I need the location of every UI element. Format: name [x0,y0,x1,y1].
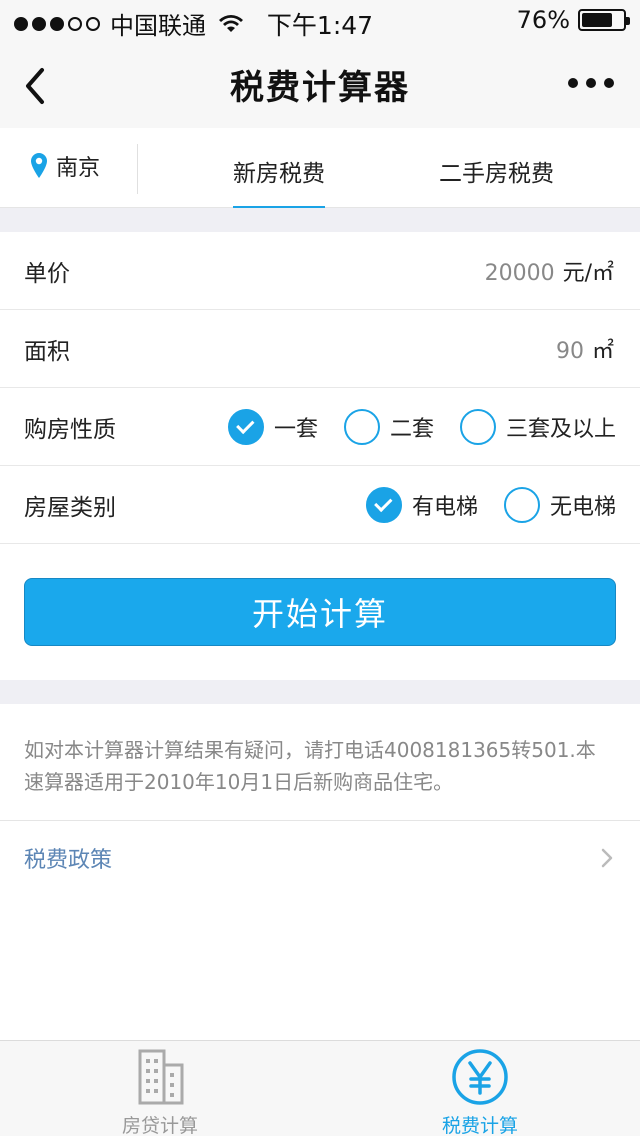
price-input[interactable]: 20000 [485,261,555,286]
purchase-type-options: 一套 二套 三套及以上 [202,408,616,445]
section-gap [0,680,640,704]
radio-unchecked-icon[interactable] [459,408,496,445]
nav-label: 房贷计算 [121,1115,198,1136]
area-value[interactable]: 90 ㎡ [556,333,614,365]
battery-percent: 76% [516,6,570,34]
more-horizontal-icon[interactable] [568,78,614,88]
radio-checked-icon[interactable] [365,486,402,523]
price-value[interactable]: 20000 元/㎡ [485,255,614,287]
radio-unchecked-icon[interactable] [343,408,380,445]
purchase-type-label: 购房性质 [24,416,116,443]
area-input[interactable]: 90 [556,339,584,364]
more-dot [568,78,578,88]
option-third-or-more[interactable]: 三套及以上 [459,408,616,445]
bottom-nav: 房贷计算 税费计算 [0,1040,640,1136]
notice-text: 如对本计算器计算结果有疑问，请打电话4008181365转501.本速算器适用于… [24,738,596,794]
yen-circle-icon [452,1049,508,1105]
chevron-right-icon[interactable] [600,848,614,868]
option-without-elevator[interactable]: 无电梯 [503,486,616,523]
area-unit: ㎡ [591,338,614,364]
page-title: 税费计算器 [230,67,410,108]
tab-second-hand-tax[interactable]: 二手房税费 [439,154,554,188]
status-right: 76% [516,6,630,34]
radio-unchecked-icon[interactable] [503,486,540,523]
purchase-type-row: 购房性质 一套 二套 三套及以上 [0,388,640,466]
nav-tax-calc[interactable]: 税费计算 [400,1047,560,1136]
house-category-options: 有电梯 无电梯 [340,486,616,523]
status-bar: 中国联通 下午1:47 76% [0,0,640,40]
battery-fill [582,13,613,27]
price-label: 单价 [24,260,70,287]
option-first-home[interactable]: 一套 [227,408,318,445]
tab-divider [137,144,138,194]
area-row[interactable]: 面积 90 ㎡ [0,310,640,388]
tab-new-house-tax[interactable]: 新房税费 [233,154,325,210]
option-label: 有电梯 [411,494,478,520]
option-label: 三套及以上 [505,416,616,442]
chevron-left-icon[interactable] [20,66,50,106]
option-label: 无电梯 [549,494,616,520]
price-row[interactable]: 单价 20000 元/㎡ [0,232,640,310]
option-second-home[interactable]: 二套 [343,408,434,445]
nav-label: 税费计算 [441,1115,518,1136]
section-gap [0,208,640,232]
area-label: 面积 [24,338,70,365]
tax-policy-link[interactable]: 税费政策 [24,842,112,874]
price-unit: 元/㎡ [562,260,614,286]
location-pin-icon [31,153,47,178]
city-selector[interactable]: 南京 [30,150,100,182]
option-label: 一套 [273,416,318,442]
start-calculation-button[interactable]: 开始计算 [24,578,616,646]
city-name: 南京 [56,156,101,181]
divider [0,820,640,821]
battery-icon [578,9,630,31]
house-category-label: 房屋类别 [24,494,116,521]
more-dot [604,78,614,88]
option-with-elevator[interactable]: 有电梯 [365,486,478,523]
house-category-row: 房屋类别 有电梯 无电梯 [0,466,640,544]
tax-form: 单价 20000 元/㎡ 面积 90 ㎡ 购房性质 一套 二套 三套及以上 房屋… [0,232,640,544]
calc-area: 开始计算 [0,544,640,680]
nav-bar: 税费计算器 [0,40,640,128]
tab-bar: 南京 新房税费 二手房税费 [0,128,640,210]
nav-mortgage-calc[interactable]: 房贷计算 [80,1047,240,1136]
option-label: 二套 [389,416,434,442]
radio-checked-icon[interactable] [227,408,264,445]
building-icon [138,1049,184,1105]
more-dot [586,78,596,88]
